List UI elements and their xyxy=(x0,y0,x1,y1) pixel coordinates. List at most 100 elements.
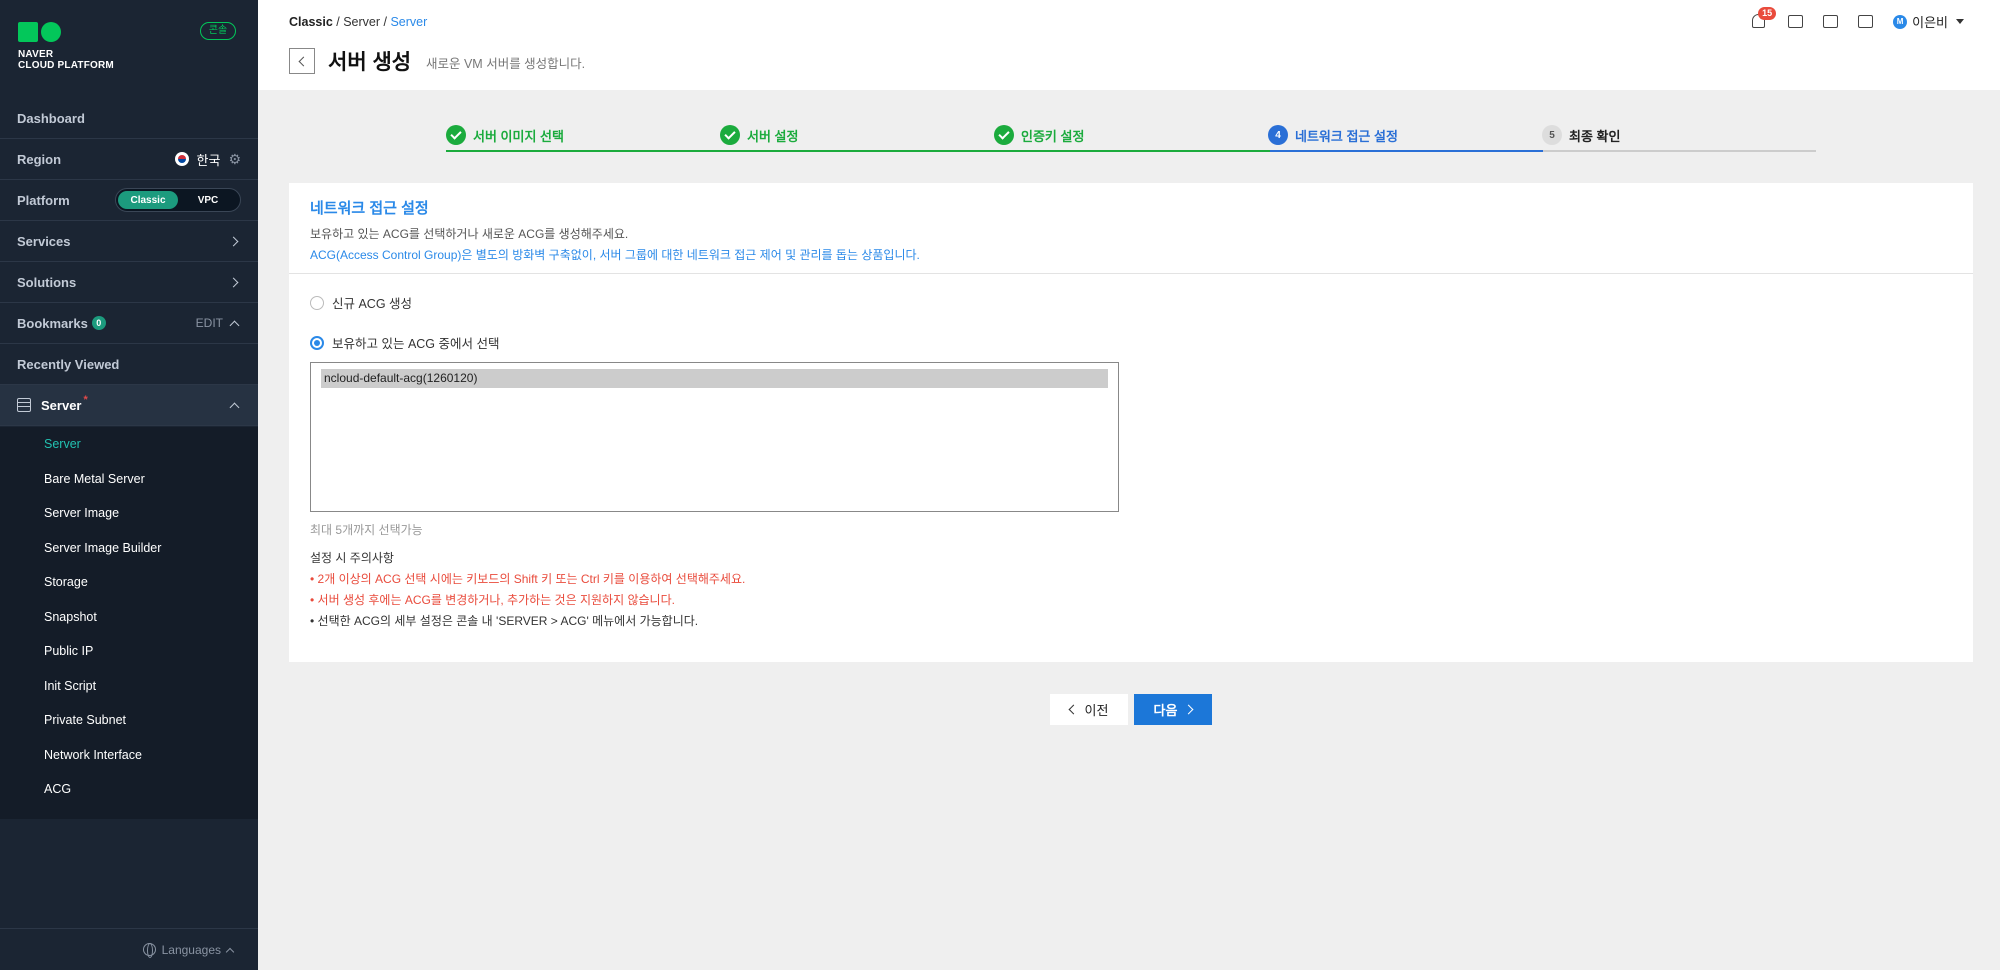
sidebar-item-dashboard[interactable]: Dashboard xyxy=(0,98,258,139)
page-subtitle: 새로운 VM 서버를 생성합니다. xyxy=(426,57,586,71)
console-badge[interactable]: 콘솔 xyxy=(200,22,236,40)
globe-icon xyxy=(142,943,156,958)
solutions-label: Solutions xyxy=(17,274,77,290)
back-button[interactable] xyxy=(289,48,315,74)
step-label: 네트워크 접근 설정 xyxy=(1295,128,1398,144)
chat-icon[interactable] xyxy=(1788,15,1804,28)
region-value[interactable]: 한국 xyxy=(197,150,221,169)
step-label: 인증키 설정 xyxy=(1021,128,1085,144)
network-access-card: 네트워크 접근 설정 보유하고 있는 ACG를 선택하거나 새로운 ACG를 생… xyxy=(289,183,1973,662)
note-item: • 2개 이상의 ACG 선택 시에는 키보드의 Shift 키 또는 Ctrl… xyxy=(310,572,746,586)
edit-note-icon[interactable] xyxy=(1823,15,1839,28)
radio-new-acg[interactable]: 신규 ACG 생성 xyxy=(310,293,412,312)
step-network-access[interactable]: 4 네트워크 접근 설정 xyxy=(1268,120,1398,150)
avatar: M xyxy=(1893,14,1908,29)
dashboard-label: Dashboard xyxy=(17,110,85,126)
sidebar-subitem-storage[interactable]: Storage xyxy=(0,565,258,600)
sidebar-item-server-group[interactable]: Server * xyxy=(0,385,258,426)
breadcrumb-item[interactable]: Classic xyxy=(289,15,333,29)
sidebar-subitem-public-ip[interactable]: Public IP xyxy=(0,634,258,669)
sidebar-subitem-acg[interactable]: ACG xyxy=(0,772,258,807)
user-menu[interactable]: M 이은비 xyxy=(1893,12,1964,31)
services-label: Services xyxy=(17,233,71,249)
card-header: 네트워크 접근 설정 보유하고 있는 ACG를 선택하거나 새로운 ACG를 생… xyxy=(289,183,1973,274)
previous-button-label: 이전 xyxy=(1084,703,1109,718)
server-submenu: Server Bare Metal Server Server Image Serve… xyxy=(0,427,258,819)
sidebar-subitem-server-image[interactable]: Server Image xyxy=(0,496,258,531)
logo-line2: CLOUD PLATFORM xyxy=(18,60,114,71)
card-title: 네트워크 접근 설정 xyxy=(310,200,429,217)
region-label: Region xyxy=(17,151,62,167)
sidebar-region-row: Region 한국 ⚙ xyxy=(0,139,258,180)
gear-icon[interactable]: ⚙ xyxy=(228,151,241,168)
sidebar-subitem-snapshot[interactable]: Snapshot xyxy=(0,600,258,635)
step-number: 5 xyxy=(1542,125,1562,145)
languages-selector[interactable]: Languages xyxy=(0,928,258,970)
check-icon xyxy=(720,125,740,145)
next-button[interactable]: 다음 xyxy=(1134,694,1212,725)
next-button-label: 다음 xyxy=(1153,703,1178,718)
bookmarks-edit-link[interactable]: EDIT xyxy=(196,316,223,330)
note-item: • 선택한 ACG의 세부 설정은 콘솔 내 'SERVER > ACG' 메뉴… xyxy=(310,614,699,628)
step-server-settings[interactable]: 서버 설정 xyxy=(720,120,798,150)
previous-button[interactable]: 이전 xyxy=(1050,694,1128,725)
page-title: 서버 생성 xyxy=(328,51,412,74)
chevron-right-icon xyxy=(1184,704,1194,715)
sidebar-item-bookmarks[interactable]: Bookmarks 0 EDIT xyxy=(0,303,258,344)
breadcrumb-item[interactable]: Server xyxy=(343,15,380,29)
server-icon xyxy=(17,398,31,412)
chevron-right-icon xyxy=(228,277,239,287)
step-number: 4 xyxy=(1268,125,1288,145)
step-label: 최종 확인 xyxy=(1569,128,1621,144)
radio-button[interactable] xyxy=(310,295,324,310)
book-icon[interactable] xyxy=(1858,15,1874,28)
platform-classic-option[interactable]: Classic xyxy=(118,191,178,209)
new-marker: * xyxy=(83,394,88,406)
sidebar-subitem-network-interface[interactable]: Network Interface xyxy=(0,738,258,773)
sidebar-subitem-server-image-builder[interactable]: Server Image Builder xyxy=(0,531,258,566)
sidebar-subitem-init-script[interactable]: Init Script xyxy=(0,669,258,704)
platform-vpc-option[interactable]: VPC xyxy=(178,191,238,209)
step-auth-key[interactable]: 인증키 설정 xyxy=(994,120,1084,150)
check-icon xyxy=(446,125,466,145)
radio-existing-acg[interactable]: 보유하고 있는 ACG 중에서 선택 xyxy=(310,333,499,352)
sidebar-item-recently-viewed[interactable]: Recently Viewed xyxy=(0,344,258,385)
sidebar-item-services[interactable]: Services xyxy=(0,221,258,262)
step-server-image[interactable]: 서버 이미지 선택 xyxy=(446,120,564,150)
notification-button[interactable]: 15 xyxy=(1752,6,1777,30)
step-label: 서버 이미지 선택 xyxy=(473,128,564,144)
chevron-up-icon[interactable] xyxy=(229,320,240,330)
logo-line1: NAVER xyxy=(18,49,54,60)
stepper-progress-current xyxy=(1270,150,1543,152)
page-header: Classic / Server / Server 서버 생성 새로운 VM 서… xyxy=(258,0,2000,90)
note-item: • 서버 생성 후에는 ACG를 변경하거나, 추가하는 것은 지원하지 않습니… xyxy=(310,593,675,607)
korea-flag-icon xyxy=(174,152,189,166)
radio-button-selected[interactable] xyxy=(310,335,324,350)
chevron-up-icon[interactable] xyxy=(229,402,240,412)
wizard-stepper: 서버 이미지 선택 서버 설정 인증키 설정 4 네트워크 접근 설정 5 최종… xyxy=(446,120,1816,152)
acg-option[interactable]: ncloud-default-acg(1260120) xyxy=(321,369,1108,388)
selection-limit-hint: 최대 5개까지 선택가능 xyxy=(310,523,423,537)
sidebar-platform-row: Platform Classic VPC xyxy=(0,180,258,221)
chevron-up-icon xyxy=(225,947,235,956)
chevron-right-icon xyxy=(228,236,239,246)
acg-select-list[interactable]: ncloud-default-acg(1260120) xyxy=(310,362,1119,512)
card-description: 보유하고 있는 ACG를 선택하거나 새로운 ACG를 생성해주세요. xyxy=(310,227,629,241)
radio-label: 신규 ACG 생성 xyxy=(332,297,413,311)
stepper-progress-todo xyxy=(1543,150,1816,152)
sidebar-item-solutions[interactable]: Solutions xyxy=(0,262,258,303)
naver-cloud-logo[interactable]: NAVER CLOUD PLATFORM xyxy=(18,22,114,71)
breadcrumb: Classic / Server / Server xyxy=(289,15,428,29)
acg-info-text: ACG(Access Control Group)은 별도의 방화벽 구축없이,… xyxy=(310,248,920,262)
sidebar-subitem-bare-metal-server[interactable]: Bare Metal Server xyxy=(0,462,258,497)
sidebar-subitem-private-subnet[interactable]: Private Subnet xyxy=(0,703,258,738)
breadcrumb-current[interactable]: Server xyxy=(390,15,427,29)
radio-label: 보유하고 있는 ACG 중에서 선택 xyxy=(332,337,500,351)
bookmarks-label: Bookmarks xyxy=(17,315,88,331)
logo-mark-icon xyxy=(18,22,114,42)
header-toolbar: 15 M 이은비 xyxy=(1752,6,1964,31)
server-group-label: Server xyxy=(41,397,82,413)
sidebar-subitem-server[interactable]: Server xyxy=(0,427,258,462)
bookmarks-count-badge: 0 xyxy=(91,316,106,330)
platform-toggle[interactable]: Classic VPC xyxy=(115,188,241,212)
